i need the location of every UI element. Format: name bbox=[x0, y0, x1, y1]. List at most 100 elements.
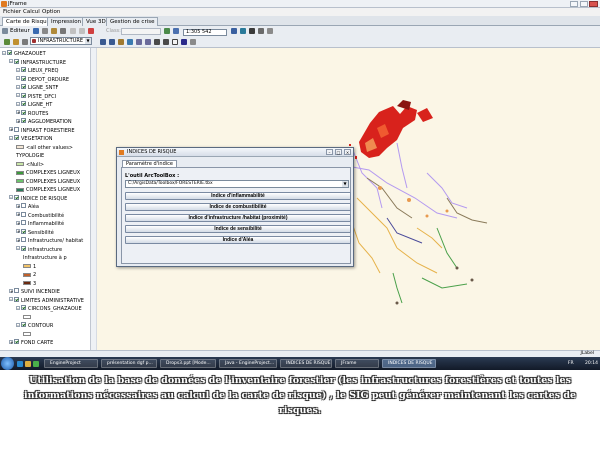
explorer-icon[interactable] bbox=[25, 361, 31, 367]
collapse-icon[interactable]: - bbox=[2, 50, 6, 55]
layer-checkbox[interactable] bbox=[14, 339, 19, 344]
folder-icon[interactable] bbox=[13, 39, 19, 45]
zoom-in-tool-icon[interactable] bbox=[100, 39, 106, 45]
sensibilite-button[interactable]: Indice de sensibilité bbox=[125, 225, 351, 233]
collapse-icon[interactable]: - bbox=[16, 84, 20, 89]
tree-item[interactable]: + ROUTES bbox=[16, 109, 48, 118]
dialog-close-button[interactable]: × bbox=[344, 149, 351, 155]
tree-item[interactable]: - infrastructure bbox=[16, 245, 62, 254]
collapse-icon[interactable]: - bbox=[9, 297, 13, 302]
layer-checkbox[interactable] bbox=[21, 245, 26, 251]
dialog-maximize-button[interactable]: □ bbox=[335, 149, 342, 155]
toolbox-path-select[interactable]: C:/ArgisData/Toolbox/FORESTERIE.tbx ▼ bbox=[125, 180, 349, 188]
zoom-in-icon[interactable] bbox=[173, 28, 179, 34]
zoom-out-tool-icon[interactable] bbox=[109, 39, 115, 45]
maximize-button[interactable] bbox=[580, 1, 588, 7]
combustibilite-button[interactable]: Indice de combustibilité bbox=[125, 203, 351, 211]
tree-item[interactable]: 1 bbox=[23, 264, 36, 271]
save-icon[interactable] bbox=[249, 28, 255, 34]
tree-item[interactable]: - CIRCONS_GHAZAOUE bbox=[16, 305, 82, 313]
layer-checkbox[interactable] bbox=[21, 101, 26, 106]
taskbar-item[interactable]: JFrame bbox=[335, 359, 379, 368]
open-icon[interactable] bbox=[267, 28, 273, 34]
tab-impression[interactable]: Impression bbox=[47, 17, 86, 26]
delete-icon[interactable] bbox=[88, 28, 94, 34]
select-icon[interactable] bbox=[172, 39, 178, 45]
layer-checkbox[interactable] bbox=[21, 84, 26, 89]
menu-calcul[interactable]: Calcul bbox=[23, 8, 40, 16]
pointer-icon[interactable] bbox=[33, 28, 39, 34]
pan-icon[interactable] bbox=[118, 39, 124, 45]
expand-icon[interactable]: + bbox=[9, 339, 13, 344]
tree-item[interactable]: - CONTOUR bbox=[16, 322, 53, 330]
layer-checkbox[interactable] bbox=[21, 237, 26, 242]
taskbar-item[interactable]: EngineProject bbox=[44, 359, 98, 368]
tree-item[interactable]: - LIMITES ADMINISTRATIVE bbox=[9, 296, 84, 305]
tree-item[interactable]: 3 bbox=[23, 281, 36, 288]
collapse-icon[interactable]: - bbox=[16, 93, 20, 98]
menu-fichier[interactable]: Fichier bbox=[3, 8, 21, 16]
layer-checkbox[interactable] bbox=[21, 118, 26, 123]
tree-item[interactable]: COMPLEXES LIGNEUX bbox=[16, 179, 80, 186]
editor-label[interactable]: Editeur bbox=[10, 28, 30, 34]
tree-item[interactable]: - GHAZAOUET bbox=[2, 50, 46, 58]
tree-item[interactable]: + Sensibilité bbox=[16, 228, 54, 237]
tree-item[interactable]: - DEPOT_ORDURE bbox=[16, 75, 69, 84]
tree-item[interactable]: - INDICE DE RISQUE bbox=[9, 194, 67, 203]
alea-button[interactable]: Indice d'Aléa bbox=[125, 236, 351, 244]
collapse-icon[interactable]: - bbox=[16, 67, 20, 72]
dialog-minimize-button[interactable]: – bbox=[326, 149, 333, 155]
ie-icon[interactable] bbox=[17, 361, 23, 367]
tree-item[interactable]: 2 bbox=[23, 272, 36, 279]
expand-icon[interactable]: + bbox=[16, 212, 20, 217]
fixed-zoom-in-icon[interactable] bbox=[136, 39, 142, 45]
layer-checkbox[interactable] bbox=[14, 126, 19, 132]
class-field[interactable] bbox=[121, 28, 161, 35]
minimize-button[interactable] bbox=[570, 1, 578, 7]
tree-item[interactable]: + FOND CARTE bbox=[9, 339, 53, 347]
media-icon[interactable] bbox=[33, 361, 39, 367]
globe-icon[interactable] bbox=[240, 28, 246, 34]
scissors-icon[interactable] bbox=[60, 28, 66, 34]
expand-icon[interactable]: + bbox=[9, 127, 13, 132]
infrastructure-habitat-button[interactable]: Indice d'infrastructure /habitat (proxim… bbox=[125, 214, 351, 222]
layer-checkbox[interactable] bbox=[21, 305, 26, 310]
collapse-icon[interactable]: - bbox=[16, 305, 20, 310]
tree-item[interactable]: - INFRASTRUCTURE bbox=[9, 58, 66, 67]
tree-item[interactable]: - PISTE_DFCI bbox=[16, 92, 56, 101]
tree-item[interactable]: + INFRAST FORESTIERE bbox=[9, 126, 75, 135]
tree-item[interactable] bbox=[23, 332, 33, 339]
tree-item[interactable]: Infrastructure à p bbox=[23, 255, 67, 262]
pencil-icon[interactable] bbox=[42, 28, 48, 34]
dialog-title-bar[interactable]: INDICES DE RISQUE – □ × bbox=[117, 148, 353, 157]
expand-icon[interactable]: + bbox=[16, 237, 20, 242]
collapse-icon[interactable]: - bbox=[16, 101, 20, 106]
expand-icon[interactable]: + bbox=[16, 220, 20, 225]
taskbar-item[interactable]: Java - EngineProject... bbox=[219, 359, 277, 368]
layer-checkbox[interactable] bbox=[14, 288, 19, 293]
close-button[interactable] bbox=[589, 1, 598, 7]
tree-item[interactable]: - LIGNE_SNTF bbox=[16, 84, 58, 92]
layer-checkbox[interactable] bbox=[21, 109, 26, 115]
layer-checkbox[interactable] bbox=[14, 135, 19, 140]
copy-icon[interactable] bbox=[70, 28, 76, 34]
full-extent-icon[interactable] bbox=[127, 39, 133, 45]
taskbar-item[interactable]: INDICES DE RISQUE bbox=[280, 359, 332, 368]
tree-item[interactable]: + Combustibilité bbox=[16, 211, 64, 220]
identify-icon[interactable] bbox=[181, 39, 187, 45]
taskbar-item[interactable]: Drops3.ppt [Mode... bbox=[160, 359, 216, 368]
print-icon[interactable] bbox=[258, 28, 264, 34]
tree-scrollbar[interactable] bbox=[90, 48, 96, 351]
tree-item[interactable]: + AGGLOMERATION bbox=[16, 118, 72, 126]
sketch-icon[interactable] bbox=[51, 28, 57, 34]
tab-gestion-de-crise[interactable]: Gestion de crise bbox=[106, 17, 159, 26]
collapse-icon[interactable]: - bbox=[16, 76, 20, 81]
layer-checkbox[interactable] bbox=[14, 58, 19, 64]
tree-item[interactable]: + Aléa bbox=[16, 203, 39, 211]
add-data-icon[interactable] bbox=[164, 28, 170, 34]
tree-item[interactable]: COMPLEXES LIGNEUX bbox=[16, 170, 80, 177]
language-indicator[interactable]: FR bbox=[568, 361, 574, 366]
properties-icon[interactable] bbox=[22, 39, 28, 45]
fixed-zoom-out-icon[interactable] bbox=[145, 39, 151, 45]
taskbar-item[interactable]: présentation dgf p... bbox=[101, 359, 157, 368]
